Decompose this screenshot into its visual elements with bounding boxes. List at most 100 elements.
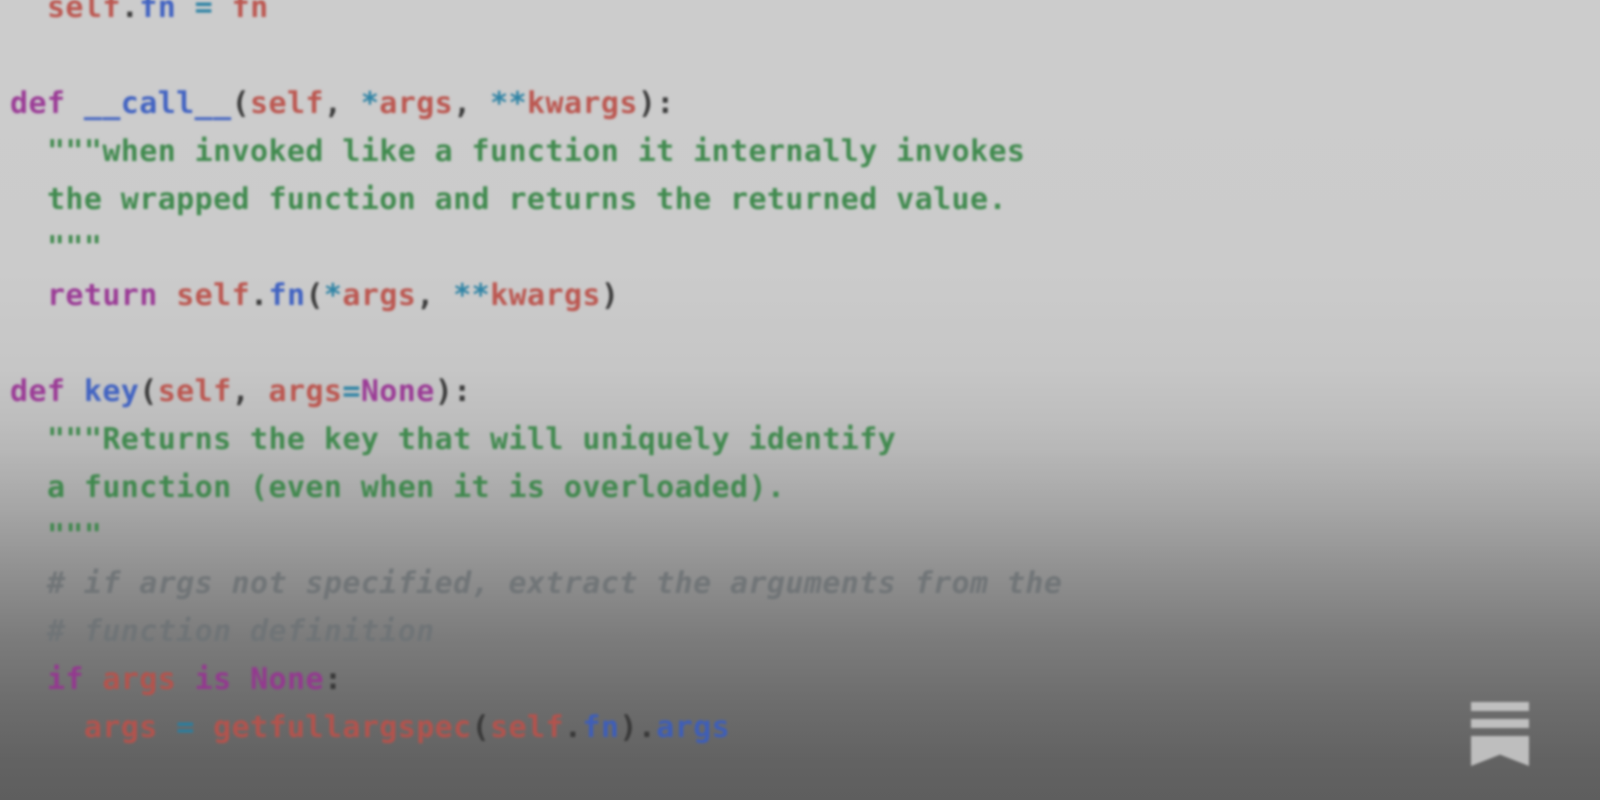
code-token: self bbox=[176, 278, 251, 313]
code-token: is bbox=[194, 662, 232, 697]
code-token: : bbox=[323, 662, 343, 697]
code-token: if bbox=[46, 662, 84, 697]
code-line: def key(self, args=None): bbox=[10, 368, 1062, 416]
code-token: . bbox=[250, 278, 269, 313]
code-token: kwargs bbox=[527, 86, 638, 121]
code-token: self bbox=[490, 710, 564, 745]
code-line: args = getfullargspec(self.fn).args bbox=[10, 704, 1062, 752]
logo-bar-top bbox=[1471, 702, 1529, 711]
code-line: """Returns the key that will uniquely id… bbox=[10, 416, 1062, 464]
code-token: def bbox=[10, 374, 66, 409]
code-line: """ bbox=[10, 224, 1062, 272]
code-token: = bbox=[194, 0, 214, 25]
logo-bookmark-flag bbox=[1471, 736, 1529, 766]
code-token: , bbox=[323, 86, 361, 121]
code-token: return bbox=[46, 278, 158, 313]
code-token: # function definition bbox=[46, 614, 435, 649]
code-line: """when invoked like a function it inter… bbox=[10, 128, 1062, 176]
code-line: a function (even when it is overloaded). bbox=[10, 464, 1062, 512]
code-token: key bbox=[83, 374, 140, 409]
code-token: """Returns the key that will uniquely id… bbox=[46, 422, 897, 457]
code-token: args bbox=[379, 86, 454, 121]
code-token: fn bbox=[582, 710, 620, 745]
code-token: ( bbox=[231, 86, 251, 121]
code-token: = bbox=[176, 710, 195, 745]
code-line: the wrapped function and returns the ret… bbox=[10, 176, 1062, 224]
code-token: = bbox=[342, 374, 361, 409]
code-line: # if args not specified, extract the arg… bbox=[10, 560, 1062, 608]
code-token: args bbox=[656, 710, 731, 745]
code-token: the wrapped function and returns the ret… bbox=[46, 182, 1007, 217]
code-token: fn bbox=[268, 278, 306, 313]
code-token: self bbox=[250, 86, 324, 121]
logo-bar-middle bbox=[1471, 719, 1529, 728]
code-token: ). bbox=[619, 710, 657, 745]
code-token: , bbox=[231, 374, 269, 409]
code-token: """when invoked like a function it inter… bbox=[46, 134, 1026, 169]
code-block: self.fn = fn def __call__(self, *args, *… bbox=[10, 0, 1062, 752]
code-token: , bbox=[453, 86, 491, 121]
code-token: * bbox=[323, 278, 343, 313]
code-token: ): bbox=[434, 374, 472, 409]
code-line: """ bbox=[10, 512, 1062, 560]
medium-bookmark-logo[interactable] bbox=[1471, 702, 1529, 766]
code-token: ) bbox=[600, 278, 620, 313]
code-token: ( bbox=[471, 710, 491, 745]
code-token: ** bbox=[490, 86, 528, 121]
code-token: fn bbox=[139, 0, 177, 25]
code-line: def __call__(self, *args, **kwargs): bbox=[10, 80, 1062, 128]
code-token: self bbox=[46, 0, 121, 25]
code-token: kwargs bbox=[490, 278, 601, 313]
code-token: args bbox=[342, 278, 417, 313]
code-token: ): bbox=[637, 86, 675, 121]
code-line: return self.fn(*args, **kwargs) bbox=[10, 272, 1062, 320]
code-token: fn bbox=[231, 0, 269, 25]
code-token: """ bbox=[46, 230, 103, 265]
code-line: self.fn = fn bbox=[10, 0, 1062, 32]
screenshot-canvas: self.fn = fn def __call__(self, *args, *… bbox=[0, 0, 1600, 800]
code-token: a function (even when it is overloaded). bbox=[46, 470, 786, 505]
code-line: # function definition bbox=[10, 608, 1062, 656]
code-token: . bbox=[563, 710, 583, 745]
code-token: args bbox=[83, 710, 158, 745]
code-token: None bbox=[250, 662, 324, 697]
code-token: getfullargspec bbox=[213, 710, 472, 745]
code-token: self bbox=[157, 374, 232, 409]
code-token: . bbox=[120, 0, 140, 25]
code-token: """ bbox=[46, 518, 103, 553]
code-token: __call__ bbox=[83, 86, 232, 121]
code-token: ( bbox=[305, 278, 324, 313]
code-token: def bbox=[10, 86, 66, 121]
code-token: , bbox=[416, 278, 454, 313]
code-token: ** bbox=[453, 278, 491, 313]
code-token: args bbox=[102, 662, 177, 697]
code-token: ( bbox=[139, 374, 158, 409]
blur-layer: self.fn = fn def __call__(self, *args, *… bbox=[0, 0, 1600, 800]
code-token: None bbox=[360, 374, 435, 409]
code-token: # if args not specified, extract the arg… bbox=[46, 566, 1063, 601]
code-line: if args is None: bbox=[10, 656, 1062, 704]
